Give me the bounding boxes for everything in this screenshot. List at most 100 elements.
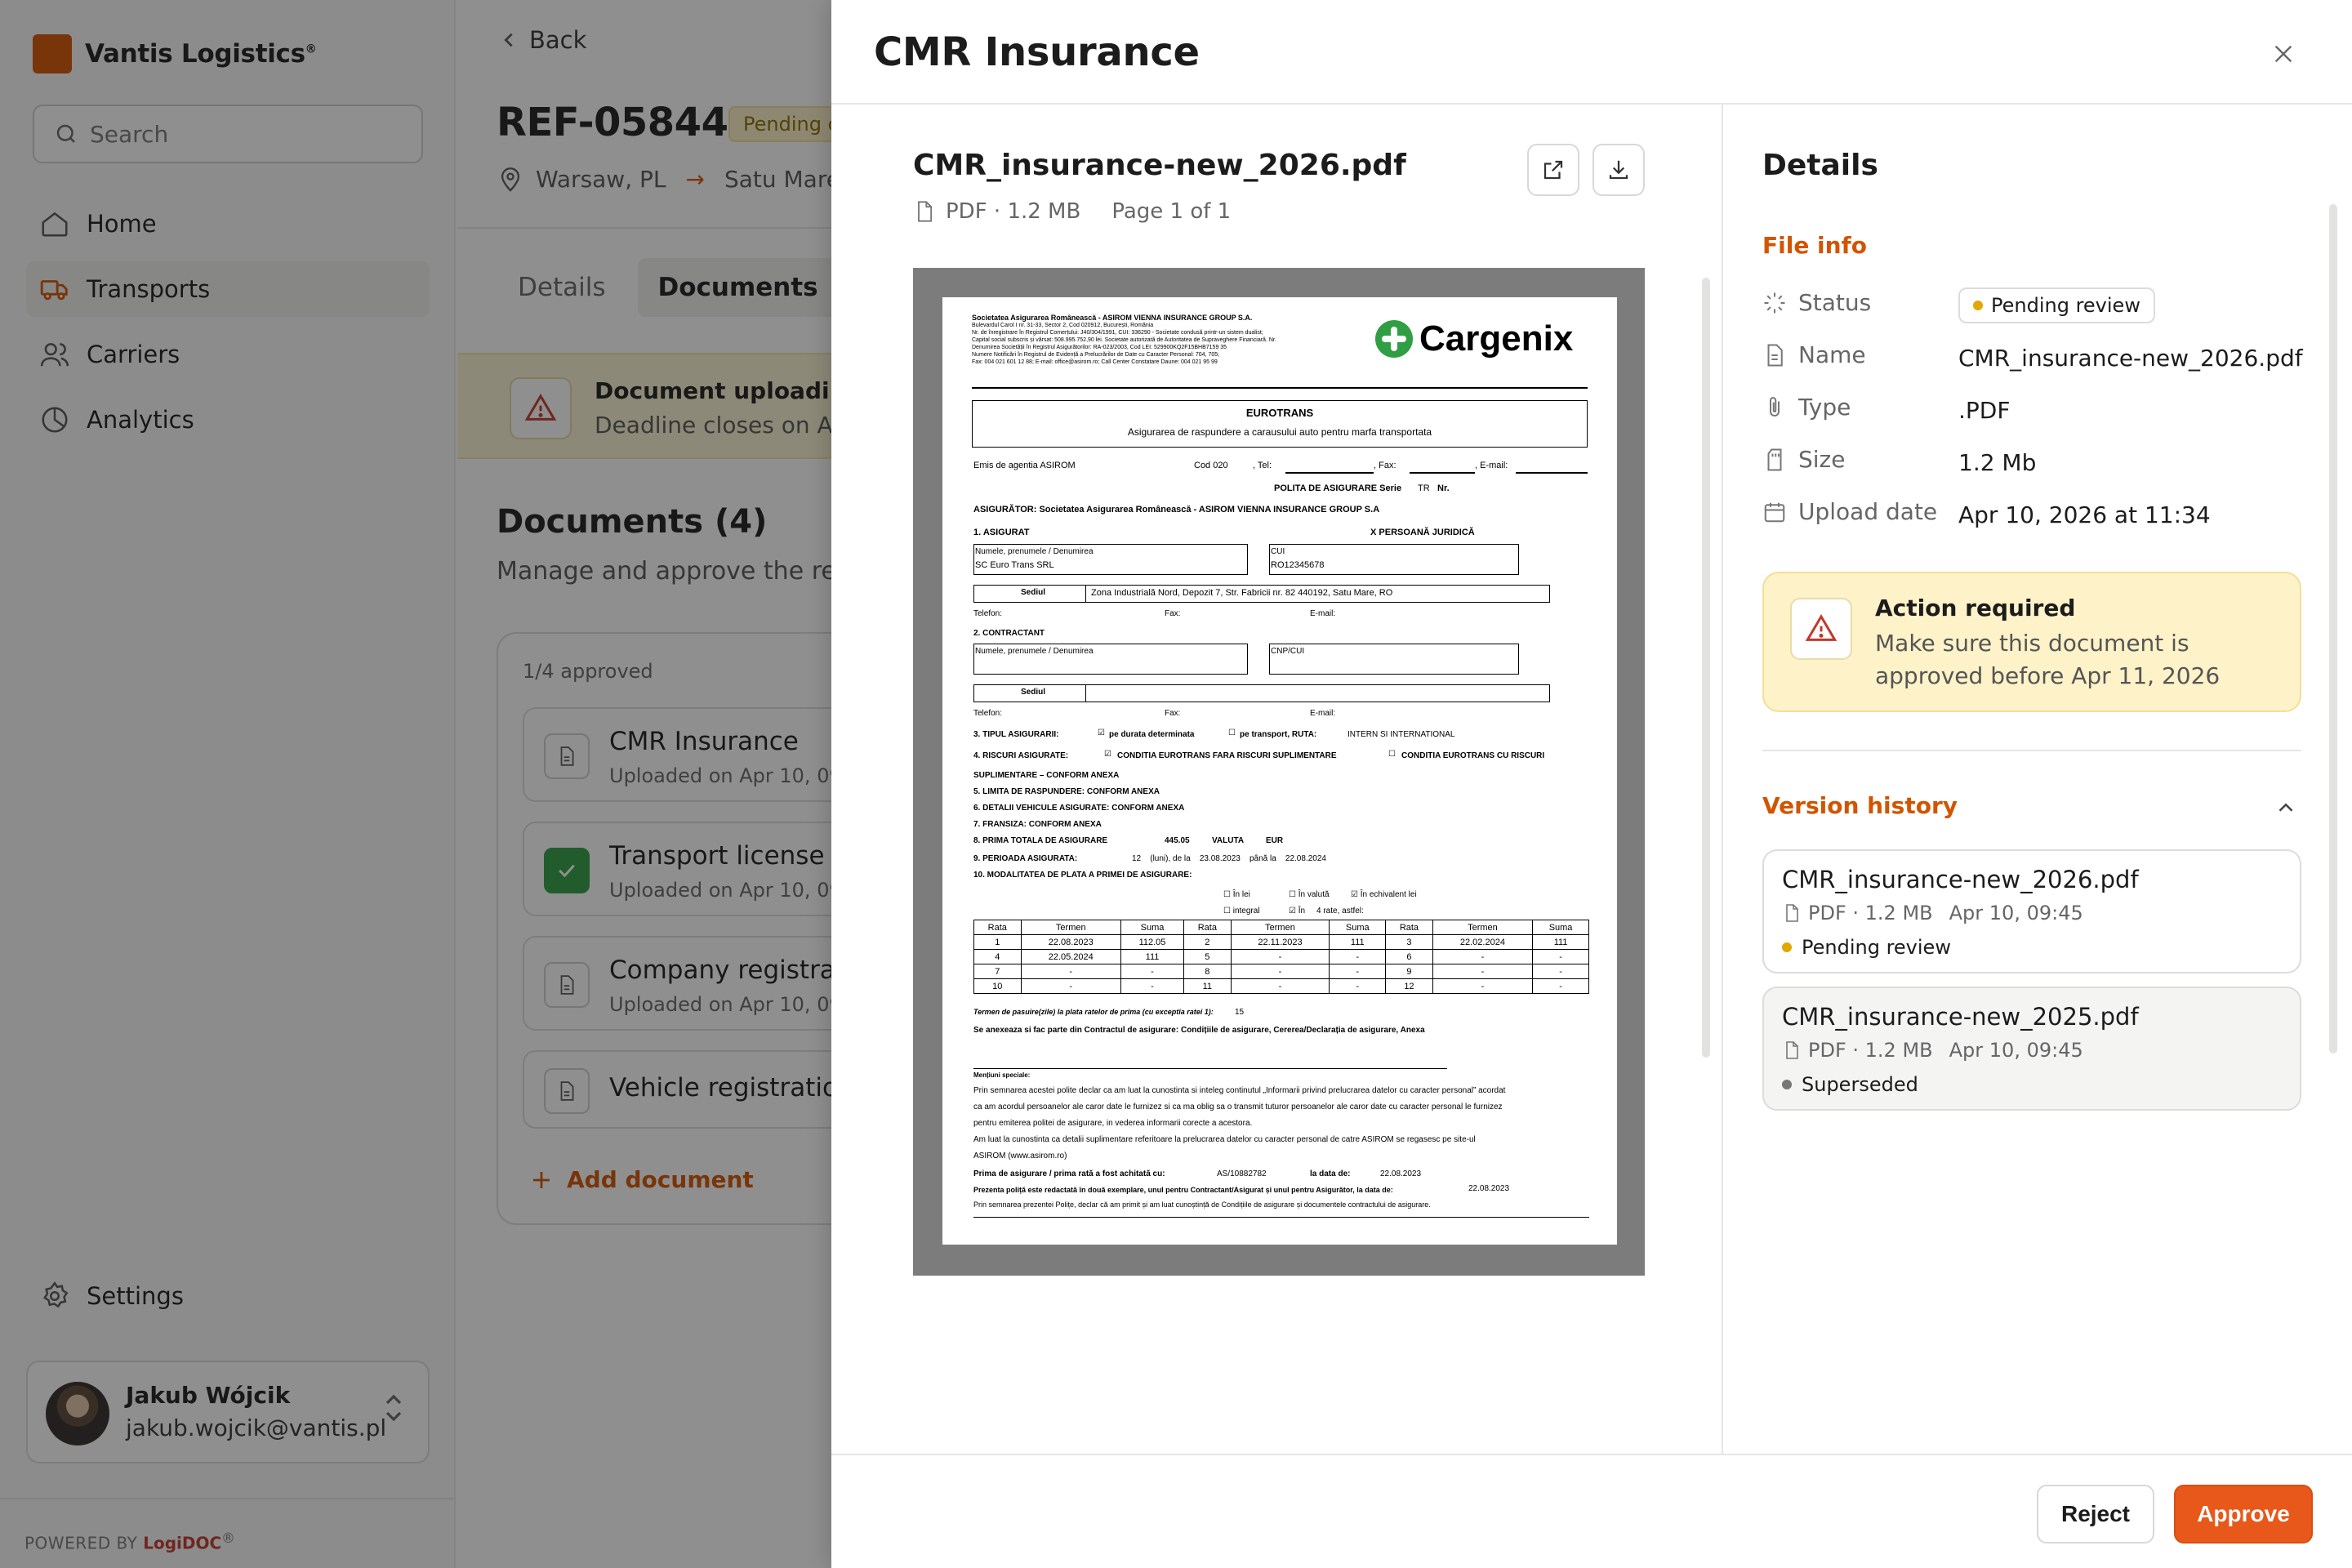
divider: [831, 103, 2352, 105]
close-icon: [2274, 45, 2292, 63]
pdf-paragraph-line: Am luat la cunostinta ca detalii suplime…: [973, 1135, 1476, 1144]
pdf-rule: [1410, 472, 1475, 474]
table-cell: 22.02.2024: [1432, 934, 1534, 950]
open-external-button[interactable]: [1527, 144, 1579, 196]
pdf-email: , E-mail:: [1475, 461, 1508, 470]
cargenix-mark-icon: [1375, 320, 1413, 358]
table-cell: 22.11.2023: [1230, 934, 1330, 950]
upload-date-value: Apr 10, 2026 at 11:34: [1958, 501, 2211, 528]
pdf-anexeaza: Se anexeaza si fac parte din Contractul …: [973, 1026, 1425, 1035]
pdf-cui-label: CUI: [1271, 547, 1285, 556]
table-cell: -: [1020, 964, 1121, 979]
chevron-up-icon[interactable]: [2274, 795, 2298, 820]
close-button[interactable]: [2267, 38, 2300, 70]
pdf-email-label: E-mail:: [1310, 609, 1336, 618]
table-cell: 112.05: [1120, 934, 1185, 950]
pdf-paragraph-line: Prin semnarea acestei polite declar ca a…: [973, 1086, 1506, 1095]
pdf-name-label: Numele, prenumele / Denumirea: [975, 547, 1094, 556]
viewer-scrollbar[interactable]: [1702, 278, 1710, 1058]
pdf-la-data: la data de:: [1310, 1169, 1351, 1178]
pdf-name-label: Numele, prenumele / Denumirea: [975, 647, 1094, 656]
pdf-asigurator: ASIGURĂTOR: Societatea Asigurarea Române…: [973, 505, 1380, 514]
download-button[interactable]: [1592, 144, 1645, 196]
page-info: Page 1 of 1: [1111, 199, 1232, 224]
pdf-paragraph-line: pentru emiterea politei de asigurare, in…: [973, 1119, 1253, 1128]
external-link-icon: [1544, 160, 1563, 180]
pdf-sediul: Sediul: [1021, 688, 1046, 697]
version-item[interactable]: CMR_insurance-new_2025.pdf PDF · 1.2 MB A…: [1762, 987, 2301, 1111]
table-cell: 10: [973, 978, 1022, 994]
pdf-viewer[interactable]: Societatea Asigurarea Românească - ASIRO…: [913, 268, 1645, 1276]
pdf-transport: pe transport, RUTA:: [1240, 730, 1317, 739]
pdf-asigurat: 1. ASIGURAT: [973, 528, 1030, 537]
name-value: CMR_insurance-new_2026.pdf: [1958, 345, 2303, 372]
action-required-alert: Action required Make sure this document …: [1762, 572, 2301, 712]
table-header-cell: Termen: [1020, 920, 1121, 935]
status-label: Status: [1762, 289, 1871, 316]
table-cell: 3: [1385, 934, 1433, 950]
name-label: Name: [1762, 341, 1866, 368]
pdf-prima: 8. PRIMA TOTALA DE ASIGURARE: [973, 836, 1108, 845]
pdf-cond1: CONDITIA EUROTRANS FARA RISCURI SUPLIMEN…: [1117, 751, 1337, 760]
table-header-cell: Rata: [973, 920, 1022, 935]
loader-icon: [1764, 292, 1785, 313]
size-value: 1.2 Mb: [1958, 449, 2037, 476]
pdf-prima-val: 445.05: [1165, 836, 1190, 845]
table-cell: -: [1120, 978, 1185, 994]
pdf-lei: ☐ În lei: [1223, 890, 1250, 899]
modal-backdrop[interactable]: [0, 0, 831, 1568]
table-cell: -: [1230, 949, 1330, 964]
pdf-rule: [973, 1217, 1589, 1218]
reject-button[interactable]: Reject: [2037, 1485, 2154, 1544]
status-dot-icon: [1782, 942, 1792, 952]
table-row: 10- -11- -12- -: [973, 978, 1589, 994]
pdf-rule: [972, 387, 1588, 389]
table-cell: 111: [1532, 934, 1589, 950]
file-icon: [918, 201, 933, 222]
table-cell: -: [1120, 964, 1185, 979]
table-row: 4 22.05.2024 111 5- -6- -: [973, 949, 1589, 964]
divider: [1762, 750, 2301, 751]
pdf-termen-val: 15: [1235, 1008, 1245, 1017]
file-name: CMR_insurance-new_2026.pdf: [913, 149, 1406, 182]
table-header-cell: Rata: [1183, 920, 1232, 935]
table-cell: -: [1329, 964, 1387, 979]
table-cell: 111: [1120, 949, 1185, 964]
version-history-title[interactable]: Version history: [1762, 792, 1958, 819]
pdf-insurer-line: Fax: 004 021 601 12 88; E-mail: office@a…: [972, 359, 1218, 365]
pdf-insurer-line: Capital social subscris și vărsat: 508.9…: [972, 337, 1276, 343]
table-header-cell: Termen: [1432, 920, 1534, 935]
pdf-address: Zona Industrială Nord, Depozit 7, Str. F…: [1091, 588, 1393, 598]
table-cell: 2: [1183, 934, 1232, 950]
pdf-cui: RO12345678: [1271, 560, 1325, 570]
pdf-email-label: E-mail:: [1310, 709, 1336, 718]
version-meta: PDF · 1.2 MB Apr 10, 09:45: [1782, 1039, 2083, 1062]
pdf-page: Societatea Asigurarea Românească - ASIRO…: [942, 297, 1617, 1245]
table-cell: -: [1432, 978, 1534, 994]
pdf-cod: Cod 020: [1194, 461, 1228, 470]
warning-icon: [1790, 598, 1852, 660]
table-header-cell: Suma: [1532, 920, 1589, 935]
pdf-line: 7. FRANSIZA: CONFORM ANEXA: [973, 820, 1102, 829]
pdf-rate: 4 rate, astfel:: [1316, 906, 1364, 915]
status-dot-icon: [1973, 301, 1983, 310]
document-panel: CMR Insurance CMR_insurance-new_2026.pdf…: [831, 0, 2352, 1568]
pdf-rule: [973, 1068, 1447, 1069]
pdf-riscuri: 4. RISCURI ASIGURATE:: [973, 751, 1069, 760]
approve-button[interactable]: Approve: [2174, 1485, 2313, 1544]
pdf-rule: [1516, 472, 1588, 474]
pdf-checkbox: ☑: [1098, 728, 1105, 737]
table-row: 7--8--9--: [973, 964, 1589, 979]
details-scrollbar[interactable]: [2329, 204, 2337, 1054]
pdf-eur: EUR: [1266, 836, 1284, 845]
pdf-insurer-line: Denumirea Societății în Registrul Asigur…: [972, 345, 1227, 350]
action-text: Make sure this document is approved befo…: [1875, 630, 2221, 689]
pdf-exemplare-val: 22.08.2023: [1468, 1184, 1510, 1193]
file-type-size: PDF · 1.2 MB: [946, 199, 1081, 224]
pdf-field-box: [1269, 544, 1519, 575]
version-item[interactable]: CMR_insurance-new_2026.pdf PDF · 1.2 MB A…: [1762, 849, 2301, 973]
pdf-telefon: Telefon:: [973, 709, 1003, 718]
pdf-fax: , Fax:: [1374, 461, 1396, 470]
divider: [1722, 105, 1723, 1454]
pdf-tip: 3. TIPUL ASIGURARII:: [973, 730, 1059, 739]
